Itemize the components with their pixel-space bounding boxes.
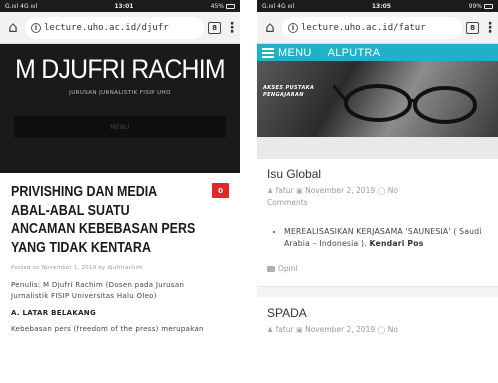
post-title[interactable]: Isu Global — [267, 167, 490, 181]
post-author[interactable]: fatur — [276, 186, 294, 195]
browser-address-bar: ⌂ i lecture.uho.ac.id/fatur 8 ⋮ — [257, 12, 498, 44]
article-title-line[interactable]: YANG TIDAK KENTARA — [11, 239, 200, 258]
post-card: Isu Global ♟ fatur ▣ November 2, 2019 ◯ … — [257, 159, 498, 297]
post-title[interactable]: SPADA — [267, 306, 490, 320]
post-card: SPADA ♟ fatur ▣ November 2, 2019 ◯ No — [257, 297, 498, 336]
glasses-illustration — [333, 84, 477, 124]
post-meta: ♟ fatur ▣ November 2, 2019 ◯ No Comments — [267, 185, 490, 209]
status-time: 13:01 — [114, 2, 134, 10]
hero-caption-line: PENGAJARAN — [263, 92, 304, 98]
tabs-icon[interactable]: 8 — [466, 21, 479, 34]
tabs-icon[interactable]: 8 — [208, 21, 221, 34]
kebab-menu-icon[interactable]: ⋮ — [225, 20, 239, 36]
browser-address-bar: ⌂ i lecture.uho.ac.id/djufr 8 ⋮ — [0, 12, 240, 44]
comment-icon: ◯ — [377, 326, 386, 334]
author-line-2: Jurnalistik FISIP Universitas Halu Oleo) — [11, 292, 157, 300]
post-date[interactable]: November 2, 2019 — [305, 186, 375, 195]
hero-banner: AKSES PUSTAKA PENGAJARAN — [257, 61, 498, 137]
site-brand[interactable]: ALPUTRA — [328, 47, 381, 59]
comment-count-badge[interactable]: 0 — [212, 183, 229, 198]
url-text[interactable]: lecture.uho.ac.id/djufr — [44, 23, 169, 33]
post-date[interactable]: November 2, 2019 — [305, 325, 375, 334]
site-header: M DJUFRI RACHIM JURUSAN JURNALISTIK FISI… — [0, 44, 240, 173]
status-carrier: G.ıııl 4G ıııl — [5, 2, 38, 10]
hero-caption-line: AKSES PUSTAKA — [263, 85, 315, 91]
section-heading: A. LATAR BELAKANG — [11, 309, 96, 317]
post-meta: ♟ fatur ▣ November 2, 2019 ◯ No — [267, 324, 490, 336]
author-line-1: Penulis: M Djufri Rachim (Dosen pada Jur… — [11, 281, 185, 289]
info-icon[interactable]: i — [288, 22, 298, 33]
post-comments[interactable]: No — [388, 186, 398, 195]
comment-icon: ◯ — [377, 187, 386, 195]
battery-icon — [226, 3, 235, 9]
url-field[interactable]: i lecture.uho.ac.id/djufr — [25, 16, 204, 39]
info-icon[interactable]: i — [31, 22, 41, 33]
user-icon: ♟ — [267, 326, 274, 334]
hero-caption: AKSES PUSTAKA PENGAJARAN — [263, 85, 314, 99]
status-time: 13:05 — [371, 2, 391, 10]
calendar-icon: ▣ — [296, 187, 303, 195]
article-body: Kebebasan pers (freedom of the press) me… — [11, 325, 204, 333]
article: PRIVISHING DAN MEDIA ABAL-ABAL SUATU ANC… — [0, 173, 240, 333]
url-text[interactable]: lecture.uho.ac.id/fatur — [301, 23, 426, 33]
folder-icon — [267, 265, 275, 272]
article-title-line[interactable]: PRIVISHING DAN MEDIA — [11, 183, 200, 202]
site-menu-button[interactable]: MENU — [14, 116, 226, 138]
list-item: MEREALISASIKAN KERJASAMA 'SAUNESIA' ( Sa… — [284, 226, 490, 250]
url-field[interactable]: i lecture.uho.ac.id/fatur — [282, 16, 462, 39]
phone-left: G.ıııl 4G ıııl 13:01 45% ⌂ i lecture.uho… — [0, 0, 240, 383]
status-bar: G.ıııl 4G ıııl 13:05 99% — [257, 0, 498, 12]
site-subtitle: JURUSAN JURNALISTIK FISIP UHO — [69, 90, 171, 96]
post-divider — [257, 286, 498, 297]
status-carrier: G.ıııl 4G ıııl — [262, 2, 295, 10]
hamburger-icon[interactable] — [262, 47, 274, 58]
article-title-line[interactable]: ABAL-ABAL SUATU — [11, 202, 200, 221]
post-excerpt-list: MEREALISASIKAN KERJASAMA 'SAUNESIA' ( Sa… — [267, 226, 490, 250]
home-icon[interactable]: ⌂ — [262, 20, 278, 35]
site-menu-bar[interactable]: MENU ALPUTRA — [257, 44, 498, 61]
kebab-menu-icon[interactable]: ⋮ — [483, 20, 497, 36]
list-item-bold: Kendari Pos — [369, 239, 424, 248]
post-comments-cont[interactable]: Comments — [267, 197, 490, 209]
post-category-label[interactable]: Opini — [278, 264, 298, 273]
content-gap — [257, 137, 498, 159]
battery-percent: 99% — [468, 2, 482, 10]
status-bar: G.ıııl 4G ıııl 13:01 45% — [0, 0, 240, 12]
phone-right: G.ıııl 4G ıııl 13:05 99% ⌂ i lecture.uho… — [257, 0, 498, 383]
post-comments[interactable]: No — [388, 325, 398, 334]
battery-icon — [484, 3, 493, 9]
article-title-line[interactable]: ANCAMAN KEBEBASAN PERS — [11, 220, 200, 239]
menu-label[interactable]: MENU — [278, 47, 312, 59]
post-category[interactable]: Opini — [267, 264, 490, 273]
author-line: Penulis: M Djufri Rachim (Dosen pada Jur… — [11, 280, 229, 302]
status-right: 99% — [469, 3, 493, 10]
post-author[interactable]: fatur — [276, 325, 294, 334]
status-right: 45% — [211, 3, 235, 10]
user-icon: ♟ — [267, 187, 274, 195]
posted-meta: Posted on November 1, 2019 by djufrirach… — [11, 265, 143, 271]
home-icon[interactable]: ⌂ — [5, 20, 21, 35]
article-title[interactable]: PRIVISHING DAN MEDIA ABAL-ABAL SUATU ANC… — [11, 183, 200, 257]
site-title[interactable]: M DJUFRI RACHIM — [10, 54, 231, 85]
calendar-icon: ▣ — [296, 326, 303, 334]
battery-percent: 45% — [210, 2, 224, 10]
